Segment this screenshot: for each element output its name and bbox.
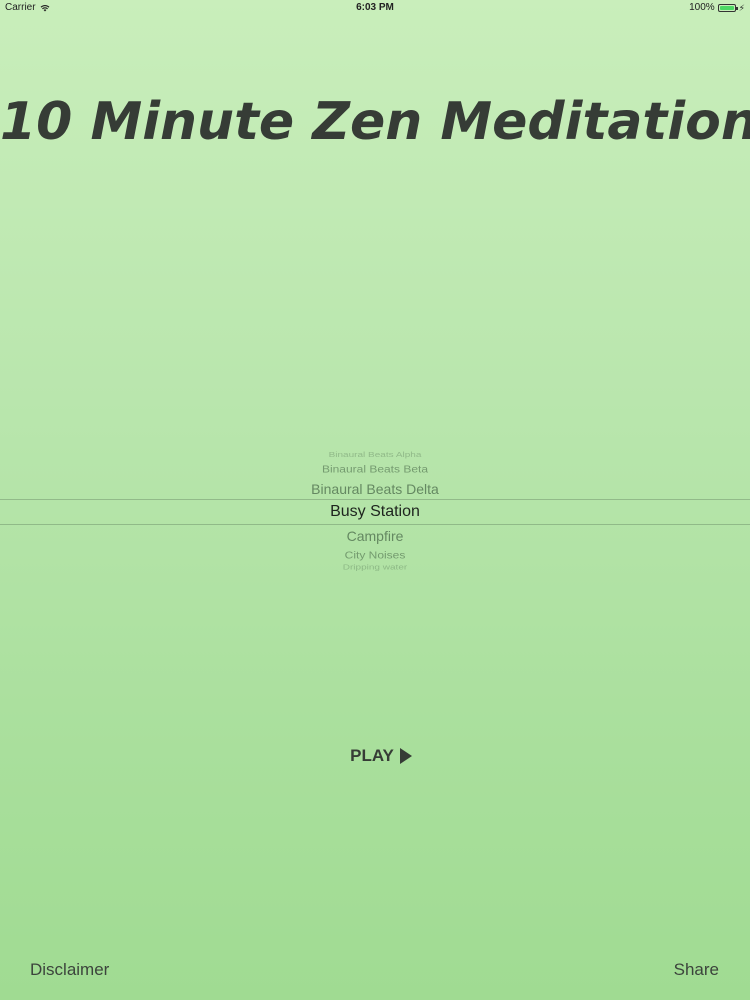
app-title: 10 Minute Zen Meditation <box>0 92 750 152</box>
picker-item-selected[interactable]: Busy Station <box>0 503 750 521</box>
picker-selection-line-bottom <box>0 524 750 525</box>
disclaimer-button[interactable]: Disclaimer <box>30 960 109 980</box>
picker-item[interactable]: Binaural Beats Beta <box>0 463 750 475</box>
sound-picker[interactable]: Binaural Beats Alpha Binaural Beats Beta… <box>0 446 750 576</box>
battery-tip <box>735 6 738 10</box>
status-bar: Carrier 6:03 PM 100% ⚡ <box>0 0 750 16</box>
picker-item[interactable]: Campfire <box>0 528 750 544</box>
battery-fill <box>719 5 734 10</box>
picker-item[interactable]: Binaural Beats Delta <box>0 481 750 497</box>
status-time: 6:03 PM <box>356 2 394 13</box>
battery-icon <box>717 3 738 12</box>
picker-item[interactable]: Binaural Beats Alpha <box>0 452 750 460</box>
status-right: 100% ⚡ <box>689 2 745 13</box>
play-button[interactable]: PLAY <box>340 743 422 769</box>
play-icon <box>399 748 412 764</box>
battery-percent: 100% <box>689 2 715 13</box>
picker-selection-line-top <box>0 499 750 500</box>
share-button[interactable]: Share <box>674 960 719 980</box>
bolt-icon: ⚡ <box>738 2 745 13</box>
play-label: PLAY <box>350 746 394 765</box>
picker-item[interactable]: Dripping water <box>0 564 750 572</box>
picker-item[interactable]: City Noises <box>0 549 750 561</box>
